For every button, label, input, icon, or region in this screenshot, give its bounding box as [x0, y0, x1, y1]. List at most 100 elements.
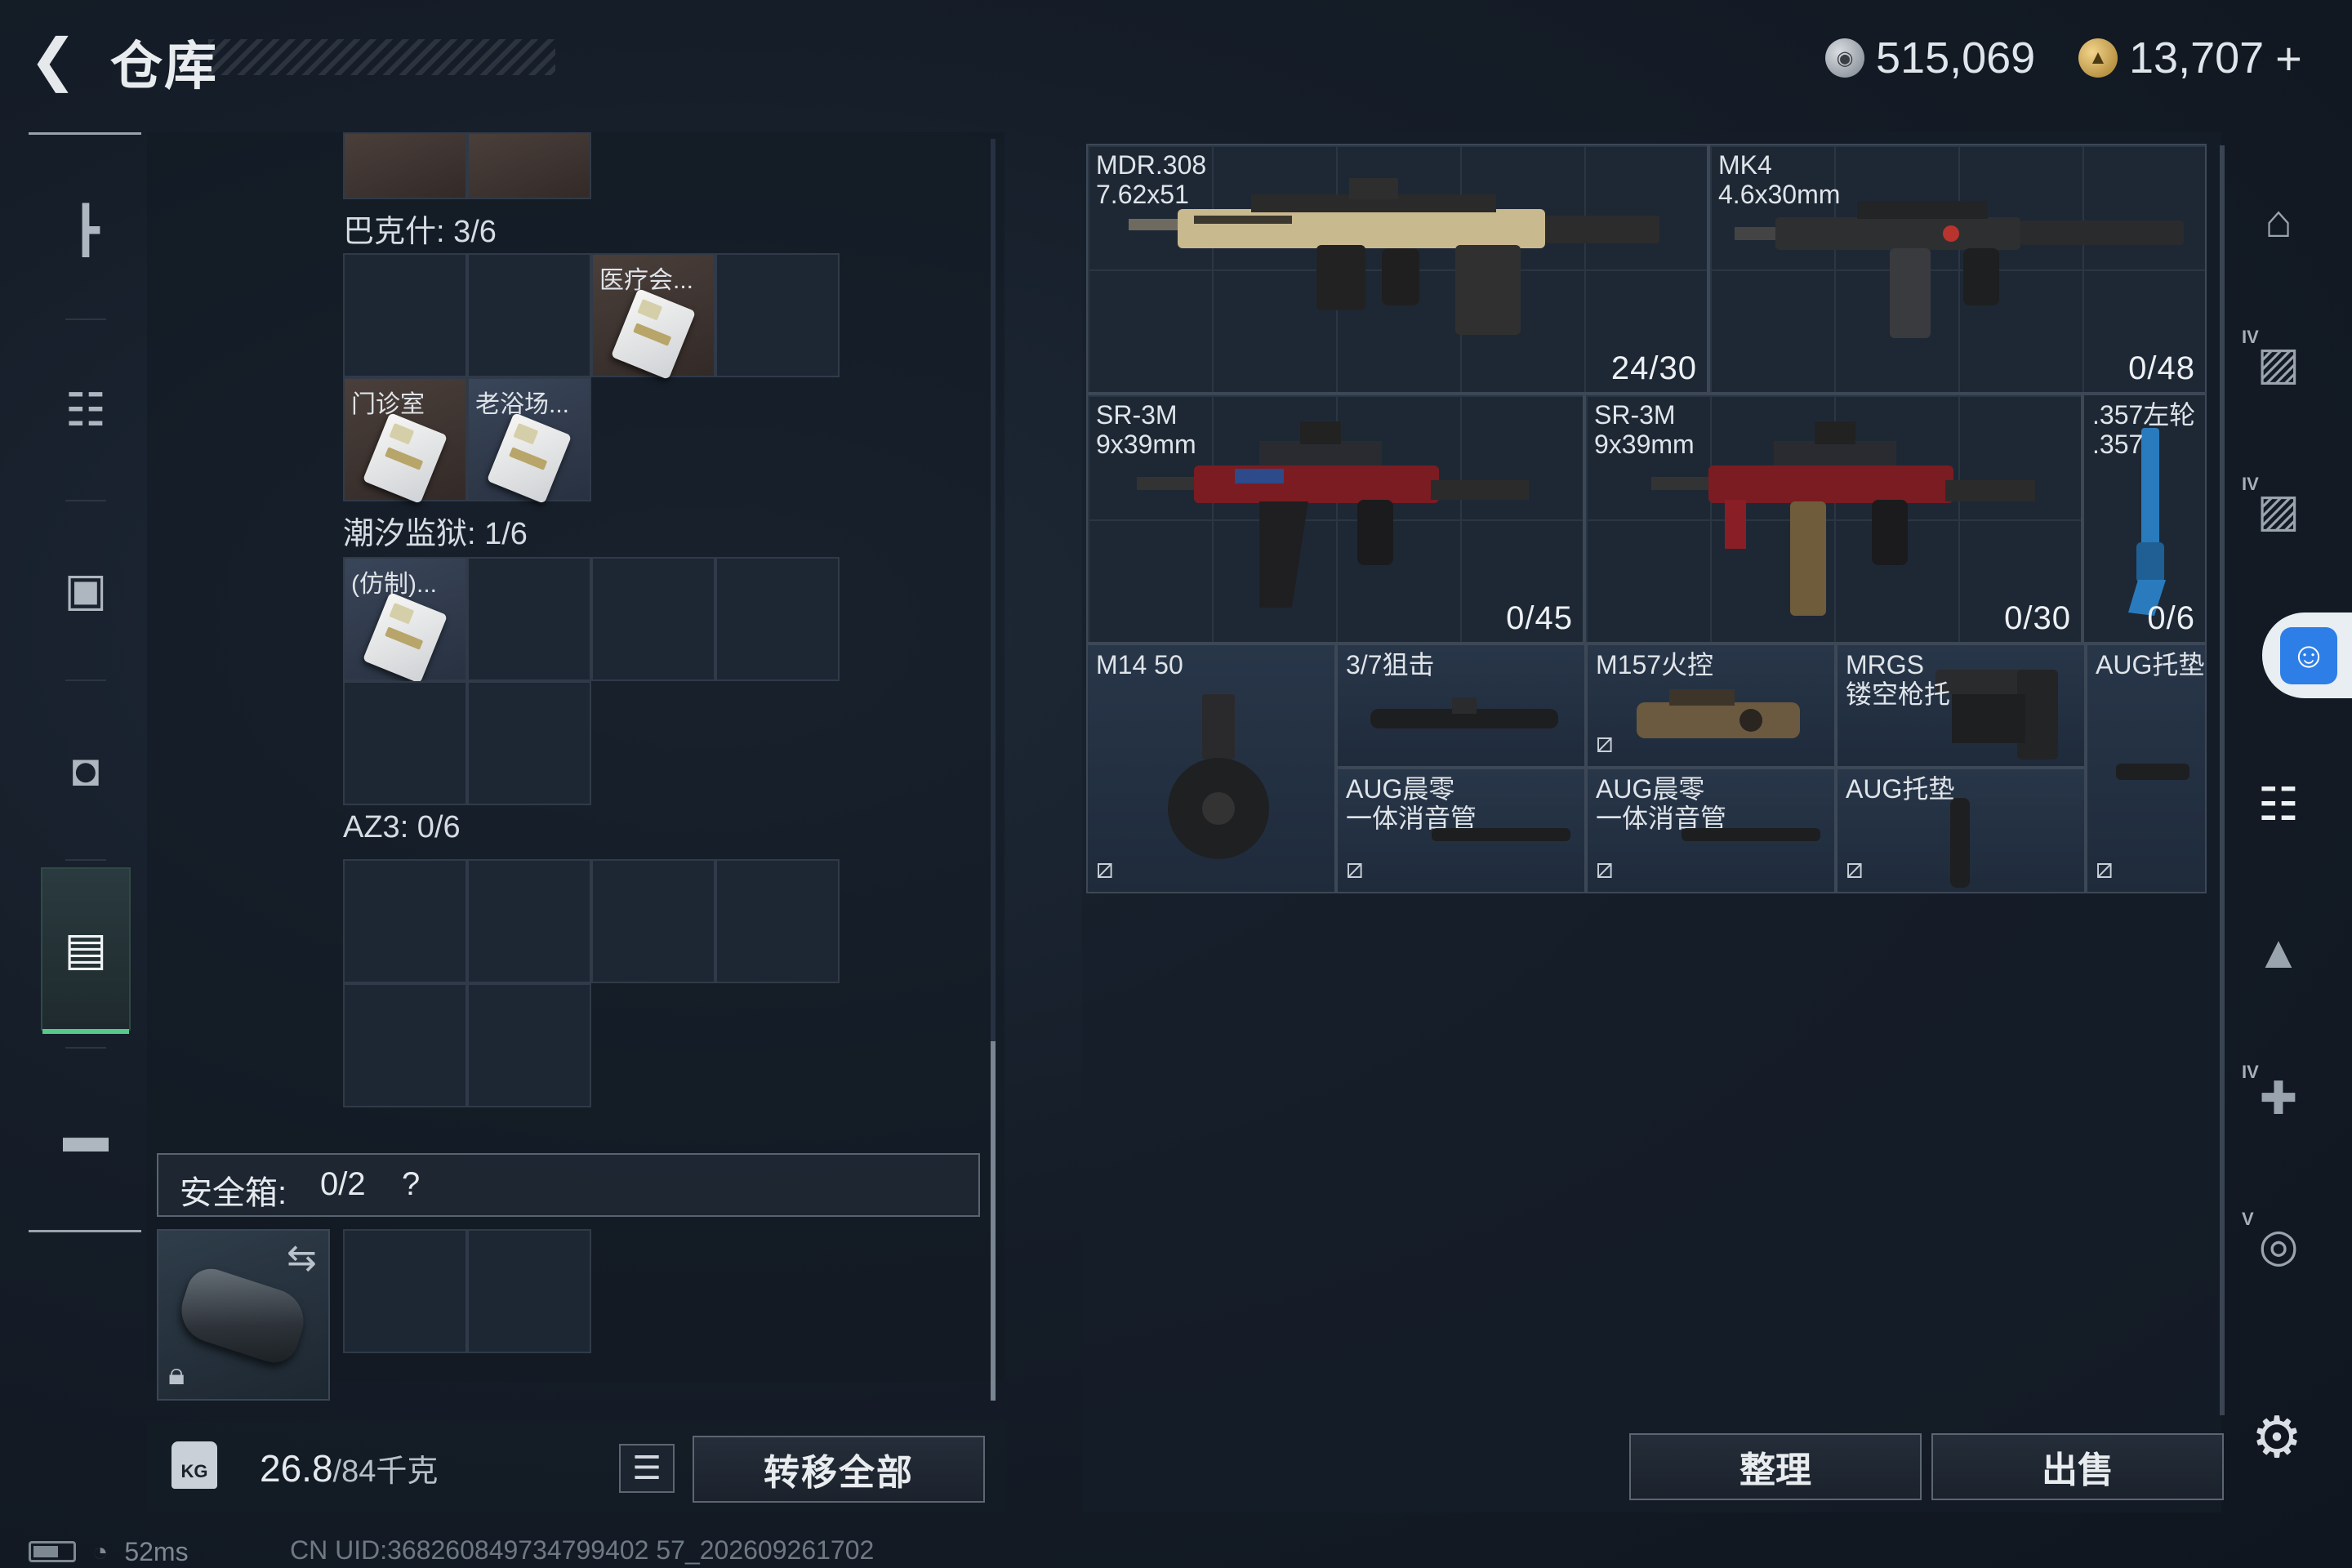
- item-label: 医疗会...: [599, 267, 694, 294]
- keycard-item-replica[interactable]: (仿制)...: [343, 557, 467, 684]
- keycard-item-bathhouse[interactable]: 老浴场...: [467, 377, 591, 504]
- keycard-item-clinic[interactable]: 门诊室: [343, 377, 467, 504]
- sell-button[interactable]: 出售: [1931, 1433, 2224, 1500]
- nav-divider: [65, 679, 106, 681]
- safebox-slot[interactable]: [467, 1229, 591, 1353]
- weapon-mk4[interactable]: MK4 4.6x30mm 0/48: [1708, 144, 2207, 394]
- weapon-mdr308[interactable]: MDR.308 7.62x51 24/30: [1086, 144, 1708, 394]
- weapon-sr3m-2[interactable]: SR-3M 9x39mm 0/30: [1584, 394, 2082, 644]
- nav-chest-rig[interactable]: ▣: [41, 508, 131, 671]
- inventory-slot[interactable]: [715, 557, 840, 681]
- inventory-slot[interactable]: [343, 983, 467, 1107]
- weight-display: 26.8/84千克: [260, 1446, 438, 1490]
- attachment-m157-fire-control[interactable]: M157火控 ⧄: [1586, 644, 1836, 768]
- backpack-icon: ◘: [72, 743, 100, 795]
- attachment-name: M157火控: [1596, 650, 1714, 679]
- inventory-slot[interactable]: [467, 557, 591, 681]
- nav-divider: [65, 500, 106, 501]
- ping-value: 52ms: [124, 1536, 189, 1566]
- accessibility-button[interactable]: ☺: [2262, 612, 2352, 698]
- attachment-aug-suppressor-2[interactable]: AUG晨零 一体消音管 ⧄: [1586, 768, 1836, 893]
- safebox-help-icon[interactable]: ?: [402, 1166, 420, 1203]
- inventory-slot[interactable]: [467, 253, 591, 377]
- inventory-slot[interactable]: [467, 681, 591, 805]
- weight-icon: KG: [172, 1441, 217, 1489]
- left-nav-top-line: [29, 132, 141, 135]
- swap-icon[interactable]: ⇆: [287, 1237, 317, 1279]
- medical-storage-icon: ✚: [2259, 1072, 2298, 1124]
- weight-current: 26.8: [260, 1447, 333, 1490]
- attachment-aug-suppressor-1[interactable]: AUG晨零 一体消音管 ⧄: [1336, 768, 1586, 893]
- battery-icon: [29, 1541, 76, 1562]
- fire-control-icon: [1637, 689, 1800, 738]
- gold-currency[interactable]: ▲ 13,707 +: [2078, 29, 2302, 87]
- keycard-icon: [486, 412, 572, 504]
- attachment-mrgs-stock[interactable]: MRGS 镂空枪托: [1836, 644, 2086, 768]
- storage-tab-iv-1[interactable]: IV ▨: [2242, 327, 2315, 400]
- right-nav-scrollbar[interactable]: [2220, 145, 2225, 1415]
- section-label-az3: AZ3: 0/6: [343, 810, 461, 844]
- drum-magazine-icon: [1168, 694, 1269, 859]
- inventory-slot[interactable]: [467, 983, 591, 1107]
- container-icon: ▤: [64, 923, 108, 974]
- nav-toolbox[interactable]: ▬: [41, 1054, 131, 1217]
- safebox-header: 安全箱: 0/2 ?: [157, 1153, 980, 1217]
- settings-button[interactable]: ⚙: [2244, 1405, 2310, 1470]
- toolbox-icon: ▬: [63, 1109, 109, 1161]
- roman-numeral-badge: IV: [2242, 474, 2259, 494]
- plus-icon[interactable]: +: [2275, 32, 2302, 85]
- gold-currency-value: 13,707: [2129, 33, 2265, 82]
- transfer-all-button[interactable]: 转移全部: [693, 1436, 985, 1503]
- nav-container[interactable]: ▤: [41, 867, 131, 1034]
- sort-button[interactable]: 整理: [1629, 1433, 1922, 1500]
- inventory-scrollbar-thumb[interactable]: [991, 1041, 996, 1401]
- ammo-count: 0/48: [2128, 350, 2195, 386]
- inventory-slot[interactable]: [591, 859, 715, 983]
- inventory-slot[interactable]: [343, 253, 467, 377]
- nav-armor[interactable]: ☷: [41, 328, 131, 492]
- storage-tab-medical[interactable]: IV ✚: [2242, 1062, 2315, 1135]
- ammo-count: 0/6: [2147, 600, 2195, 636]
- safebox-slot[interactable]: [343, 1229, 467, 1353]
- storage-tab-gear[interactable]: V ◎: [2242, 1209, 2315, 1282]
- storage-tab-gun-rack[interactable]: ☷: [2242, 768, 2315, 841]
- silver-currency-value: 515,069: [1876, 33, 2036, 82]
- silver-currency: ◉ 515,069: [1825, 29, 2035, 87]
- gear-icon: ⚙: [2251, 1405, 2303, 1469]
- roman-numeral-badge: IV: [2242, 327, 2259, 347]
- safebox-case[interactable]: ⇆ 🔒︎: [157, 1229, 330, 1401]
- attachment-aug-buttpad-2[interactable]: AUG托垫 ⧄: [1836, 768, 2086, 893]
- storage-iv-2-icon: ▨: [2256, 484, 2301, 536]
- weapon-sr3m-1[interactable]: SR-3M 9x39mm 0/45: [1086, 394, 1584, 644]
- storage-tab-main[interactable]: ⌂: [2242, 184, 2315, 257]
- attachment-aug-buttpad-1[interactable]: AUG托垫 ⧄: [2086, 644, 2207, 893]
- weapon-name: MK4 4.6x30mm: [1718, 150, 1841, 209]
- chest-rig-icon: ▣: [64, 564, 108, 615]
- back-button[interactable]: ❮: [24, 31, 82, 88]
- inventory-slot[interactable]: [715, 253, 840, 377]
- page-title: 仓库: [110, 37, 218, 96]
- no-mod-icon: ⧄: [1346, 853, 1364, 884]
- wifi-icon: ◔: [92, 1536, 109, 1566]
- attachment-3-7-scope[interactable]: 3/7狙击: [1336, 644, 1586, 768]
- inventory-slot[interactable]: [343, 681, 467, 805]
- rifle-icon: [1137, 421, 1529, 608]
- inventory-slot[interactable]: [343, 859, 467, 983]
- inventory-slot[interactable]: [467, 859, 591, 983]
- scope-icon: [1370, 697, 1558, 728]
- safebox-count: 0/2: [320, 1166, 366, 1202]
- inventory-item[interactable]: [467, 132, 591, 199]
- keycard-item-medical[interactable]: 医疗会...: [591, 253, 715, 380]
- ammo-count: 0/45: [1506, 600, 1573, 636]
- nav-backpack[interactable]: ◘: [41, 688, 131, 851]
- inventory-item[interactable]: [343, 132, 467, 199]
- inventory-slot[interactable]: [591, 557, 715, 681]
- weapon-name: SR-3M 9x39mm: [1594, 400, 1695, 459]
- nav-gun[interactable]: ┣: [41, 149, 131, 312]
- storage-tab-iv-2[interactable]: IV ▨: [2242, 474, 2315, 547]
- inventory-slot[interactable]: [715, 859, 840, 983]
- storage-tab-keycard[interactable]: ▲: [2242, 915, 2315, 988]
- weapon-357-revolver[interactable]: .357左轮 .357 0/6: [2082, 394, 2207, 644]
- list-view-button[interactable]: ☰: [619, 1444, 675, 1493]
- attachment-m14-drum-mag[interactable]: M14 50 ⧄: [1086, 644, 1336, 893]
